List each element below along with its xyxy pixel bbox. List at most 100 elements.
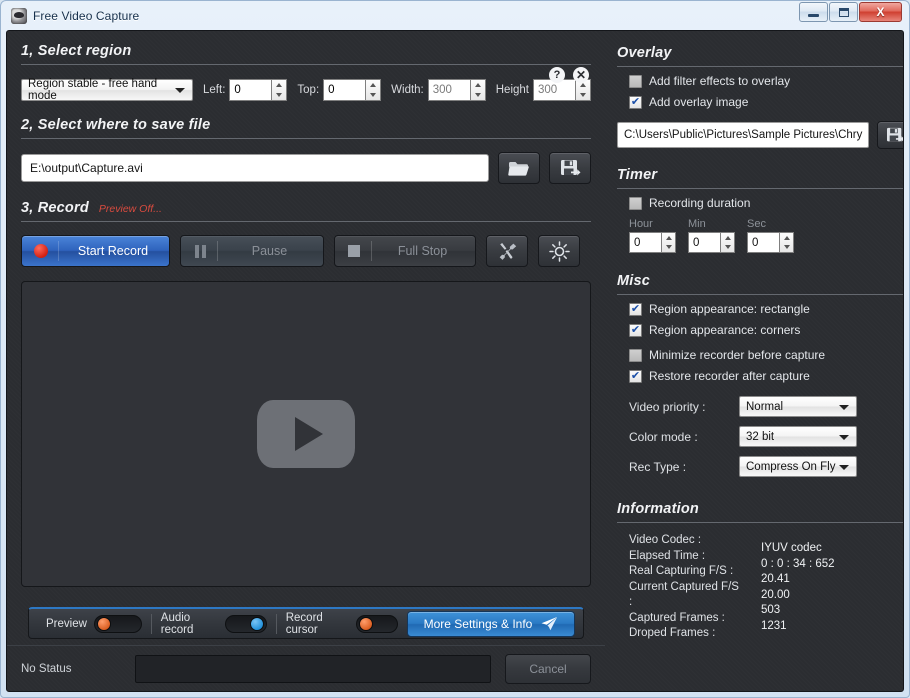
- min-stepper[interactable]: 0: [688, 232, 735, 253]
- close-button[interactable]: X: [859, 2, 902, 22]
- start-record-button[interactable]: Start Record: [21, 235, 170, 267]
- audio-record-toggle[interactable]: [224, 614, 267, 633]
- caret-up-icon: [370, 83, 377, 87]
- height-label: Height: [495, 84, 529, 96]
- left-increment[interactable]: [272, 80, 286, 90]
- restore-recorder-row[interactable]: ✔ Restore recorder after capture: [617, 369, 903, 383]
- full-stop-button[interactable]: Full Stop: [334, 235, 476, 267]
- top-stepper-buttons[interactable]: [365, 79, 382, 101]
- sec-stepper-buttons[interactable]: [779, 232, 794, 253]
- step3-title: 3, Record: [21, 200, 89, 216]
- pause-button[interactable]: Pause: [180, 235, 324, 267]
- record-cursor-toggle[interactable]: [355, 614, 398, 633]
- top-decrement[interactable]: [366, 90, 380, 100]
- pause-label: Pause: [251, 244, 288, 258]
- overlay-filter-row[interactable]: Add filter effects to overlay: [617, 74, 903, 88]
- hour-stepper-buttons[interactable]: [661, 232, 676, 253]
- section-record: 3, Record Preview Off... Start Record Pa…: [7, 200, 605, 267]
- region-corners-checkbox[interactable]: ✔: [629, 323, 642, 337]
- video-priority-select[interactable]: Normal: [739, 396, 857, 417]
- cancel-button[interactable]: Cancel: [505, 653, 591, 684]
- tools-button[interactable]: [486, 235, 528, 267]
- overlay-filter-checkbox[interactable]: [629, 74, 642, 88]
- save-path-input[interactable]: E:\output\Capture.avi: [21, 154, 489, 182]
- restore-recorder-checkbox[interactable]: ✔: [629, 369, 642, 383]
- save-as-icon: [886, 127, 903, 142]
- save-as-button[interactable]: [549, 152, 591, 184]
- region-rectangle-checkbox[interactable]: ✔: [629, 302, 642, 316]
- sec-decrement[interactable]: [780, 243, 793, 253]
- hour-input[interactable]: 0: [629, 232, 661, 253]
- width-increment[interactable]: [471, 80, 485, 90]
- overlay-path-input[interactable]: C:\Users\Public\Pictures\Sample Pictures…: [617, 122, 870, 148]
- minimize-recorder-row[interactable]: Minimize recorder before capture: [617, 348, 903, 362]
- video-preview-area[interactable]: [21, 281, 591, 587]
- section-select-region: 1, Select region Region stable - free ha…: [7, 43, 605, 102]
- overlay-save-button[interactable]: [877, 121, 903, 149]
- rec-type-select[interactable]: Compress On Fly: [739, 456, 857, 477]
- misc-title: Misc: [617, 273, 651, 289]
- more-settings-button[interactable]: More Settings & Info: [407, 610, 575, 637]
- preview-label: Preview: [46, 617, 87, 630]
- min-increment[interactable]: [721, 233, 734, 243]
- section-timer: Timer: [617, 167, 903, 189]
- width-input[interactable]: 300: [427, 79, 470, 101]
- left-input[interactable]: 0: [229, 79, 272, 101]
- info-label: Droped Frames :: [629, 627, 716, 639]
- width-stepper-buttons[interactable]: [469, 79, 486, 101]
- overlay-image-checkbox[interactable]: ✔: [629, 95, 642, 109]
- left-stepper[interactable]: 0: [229, 79, 288, 101]
- minimize-recorder-checkbox[interactable]: [629, 348, 642, 362]
- chevron-down-icon: [839, 434, 849, 440]
- sec-stepper[interactable]: 0: [747, 232, 794, 253]
- brightness-button[interactable]: [538, 235, 580, 267]
- region-corners-row[interactable]: ✔ Region appearance: corners: [617, 323, 903, 337]
- preview-status: Preview Off...: [98, 203, 162, 215]
- close-panel-icon[interactable]: ✕: [573, 67, 589, 83]
- top-stepper[interactable]: 0: [323, 79, 382, 101]
- caret-down-icon: [474, 93, 481, 97]
- info-label: Real Capturing F/S :: [629, 565, 734, 577]
- caret-up-icon: [783, 235, 790, 240]
- tools-icon: [499, 243, 517, 260]
- brightness-icon: [548, 240, 570, 262]
- browse-folder-button[interactable]: [498, 152, 540, 184]
- minimize-button[interactable]: [799, 2, 828, 22]
- left-stepper-buttons[interactable]: [271, 79, 288, 101]
- overlay-title: Overlay: [617, 45, 672, 61]
- toggle-knob: [249, 616, 264, 631]
- recording-duration-row[interactable]: Recording duration: [617, 196, 903, 210]
- top-increment[interactable]: [366, 80, 380, 90]
- width-stepper[interactable]: 300: [427, 79, 486, 101]
- region-corners-label: Region appearance: corners: [649, 323, 801, 337]
- options-toolbar: Preview Audio record Record cursor More …: [28, 607, 584, 639]
- hour-decrement[interactable]: [662, 243, 675, 253]
- help-icon[interactable]: ?: [549, 67, 565, 83]
- sec-input[interactable]: 0: [747, 232, 779, 253]
- region-mode-select[interactable]: Region stable - free hand mode: [21, 78, 194, 102]
- recording-duration-checkbox[interactable]: [629, 196, 642, 210]
- overlay-image-label: Add overlay image: [649, 95, 749, 109]
- top-input[interactable]: 0: [323, 79, 366, 101]
- overlay-image-row[interactable]: ✔ Add overlay image: [617, 95, 903, 109]
- min-input[interactable]: 0: [688, 232, 720, 253]
- step1-header: 1, Select region: [21, 43, 591, 59]
- color-mode-select[interactable]: 32 bit: [739, 426, 857, 447]
- maximize-button[interactable]: [829, 2, 858, 22]
- caret-down-icon: [276, 93, 283, 97]
- sec-increment[interactable]: [780, 233, 793, 243]
- min-stepper-buttons[interactable]: [720, 232, 735, 253]
- pause-icon: [183, 244, 217, 258]
- video-priority-row: Video priority : Normal: [617, 396, 903, 417]
- preview-toggle-group: Preview: [37, 614, 151, 633]
- play-triangle: [295, 417, 323, 451]
- hour-increment[interactable]: [662, 233, 675, 243]
- hour-stepper[interactable]: 0: [629, 232, 676, 253]
- left-decrement[interactable]: [272, 90, 286, 100]
- min-decrement[interactable]: [721, 243, 734, 253]
- preview-toggle[interactable]: [93, 614, 142, 633]
- width-decrement[interactable]: [471, 90, 485, 100]
- region-rectangle-row[interactable]: ✔ Region appearance: rectangle: [617, 302, 903, 316]
- start-record-label: Start Record: [77, 244, 149, 258]
- height-decrement[interactable]: [576, 90, 590, 100]
